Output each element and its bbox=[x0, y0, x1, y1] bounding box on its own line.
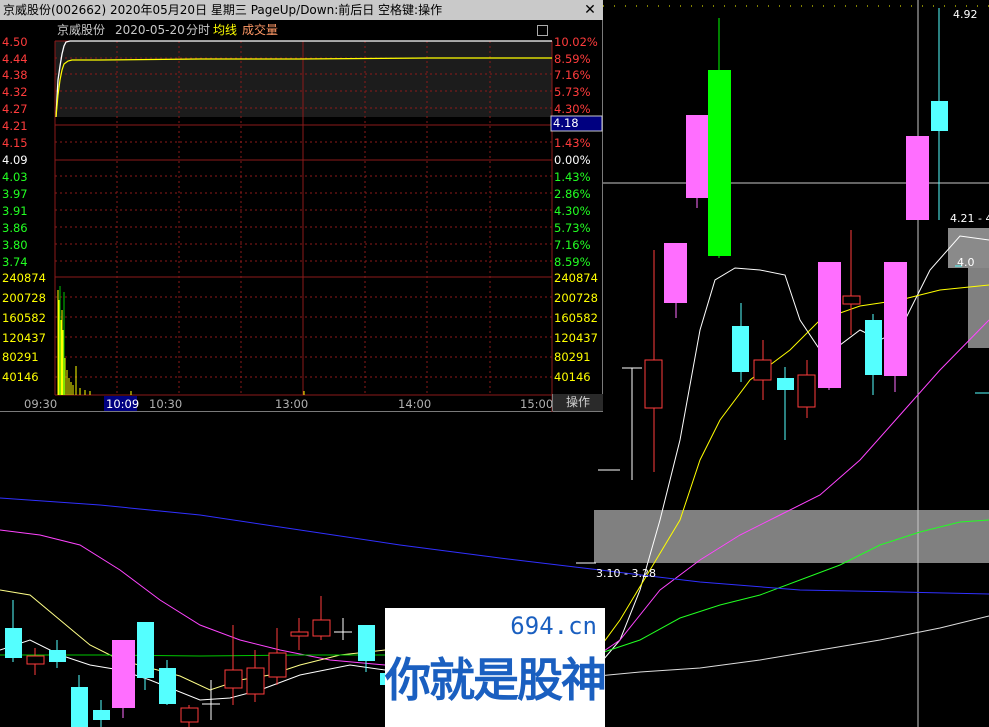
volume-axis-label: 240874 bbox=[2, 271, 46, 285]
volume-axis-label: 120437 bbox=[554, 331, 598, 345]
percent-axis-label: 1.43% bbox=[554, 170, 591, 184]
candles-left bbox=[5, 596, 386, 727]
range-zone-mid bbox=[968, 268, 989, 348]
volume-axis-label: 120437 bbox=[2, 331, 46, 345]
percent-axis-label: 10.02% bbox=[554, 35, 598, 49]
time-label-1030: 10:30 bbox=[149, 397, 183, 411]
percent-axis-label: 1.43% bbox=[554, 136, 591, 150]
percent-axis-label: 2.86% bbox=[554, 187, 591, 201]
time-label-1300: 13:00 bbox=[275, 397, 309, 411]
intraday-chart[interactable] bbox=[0, 0, 603, 412]
percent-axis-label: 5.73% bbox=[554, 221, 591, 235]
price-axis-label: 4.32 bbox=[2, 85, 28, 99]
low-range-label: 3.10 - 3.28 bbox=[596, 567, 656, 580]
time-label-0930: 09:30 bbox=[24, 397, 58, 411]
price-axis-label: 4.27 bbox=[2, 102, 28, 116]
range-label: 4.21 - 4 bbox=[950, 212, 989, 225]
price-axis-label: 3.86 bbox=[2, 221, 28, 235]
price-axis-label: 4.09 bbox=[2, 153, 28, 167]
operate-button[interactable]: 操作 bbox=[552, 394, 603, 411]
price-axis-label: 4.50 bbox=[2, 35, 28, 49]
time-label-1400: 14:00 bbox=[398, 397, 432, 411]
watermark: 694.cn 你就是股神 bbox=[385, 608, 607, 727]
watermark-site: 694.cn bbox=[510, 612, 597, 640]
price-axis-label: 3.97 bbox=[2, 187, 28, 201]
price-axis-label: 3.91 bbox=[2, 204, 28, 218]
volume-axis-label: 160582 bbox=[2, 311, 46, 325]
percent-axis-label: 0.00% bbox=[554, 153, 591, 167]
price-axis-label: 3.80 bbox=[2, 238, 28, 252]
volume-axis-label: 80291 bbox=[554, 350, 591, 364]
intraday-popup[interactable]: 京威股份(002662) 2020年05月20日 星期三 PageUp/Down… bbox=[0, 0, 603, 412]
price-axis-label: 4.44 bbox=[2, 52, 28, 66]
high-price-label: 4.92 bbox=[953, 8, 978, 21]
ma-line-white bbox=[597, 235, 989, 667]
price-axis-label: 4.21 bbox=[2, 119, 28, 133]
volume-axis-label: 200728 bbox=[554, 291, 598, 305]
current-price-tag: 4.18 bbox=[553, 116, 579, 130]
volume-axis-label: 80291 bbox=[2, 350, 39, 364]
percent-axis-label: 8.59% bbox=[554, 52, 591, 66]
volume-axis-label: 240874 bbox=[554, 271, 598, 285]
price-axis-label: 3.74 bbox=[2, 255, 28, 269]
volume-axis-label: 40146 bbox=[554, 370, 591, 384]
price-axis-label: 4.15 bbox=[2, 136, 28, 150]
volume-axis-label: 40146 bbox=[2, 370, 39, 384]
percent-axis-label: 7.16% bbox=[554, 68, 591, 82]
volume-bars bbox=[57, 286, 305, 395]
range-zone-low bbox=[594, 510, 989, 563]
watermark-slogan: 你就是股神 bbox=[385, 653, 607, 707]
percent-axis-label: 5.73% bbox=[554, 85, 591, 99]
volume-axis-label: 160582 bbox=[554, 311, 598, 325]
ma-line-white2 bbox=[597, 615, 989, 677]
range-label-small: 4.0 bbox=[957, 256, 975, 269]
time-cursor-label: 10:09 bbox=[106, 397, 140, 411]
price-axis-label: 4.03 bbox=[2, 170, 28, 184]
percent-axis-label: 7.16% bbox=[554, 238, 591, 252]
percent-axis-label: 8.59% bbox=[554, 255, 591, 269]
ma-line-yellow bbox=[597, 284, 989, 651]
candles-right bbox=[576, 8, 989, 564]
percent-axis-label: 4.30% bbox=[554, 102, 591, 116]
time-label-1500: 15:00 bbox=[520, 397, 554, 411]
price-axis-label: 4.38 bbox=[2, 68, 28, 82]
percent-axis-label: 4.30% bbox=[554, 204, 591, 218]
volume-axis-label: 200728 bbox=[2, 291, 46, 305]
